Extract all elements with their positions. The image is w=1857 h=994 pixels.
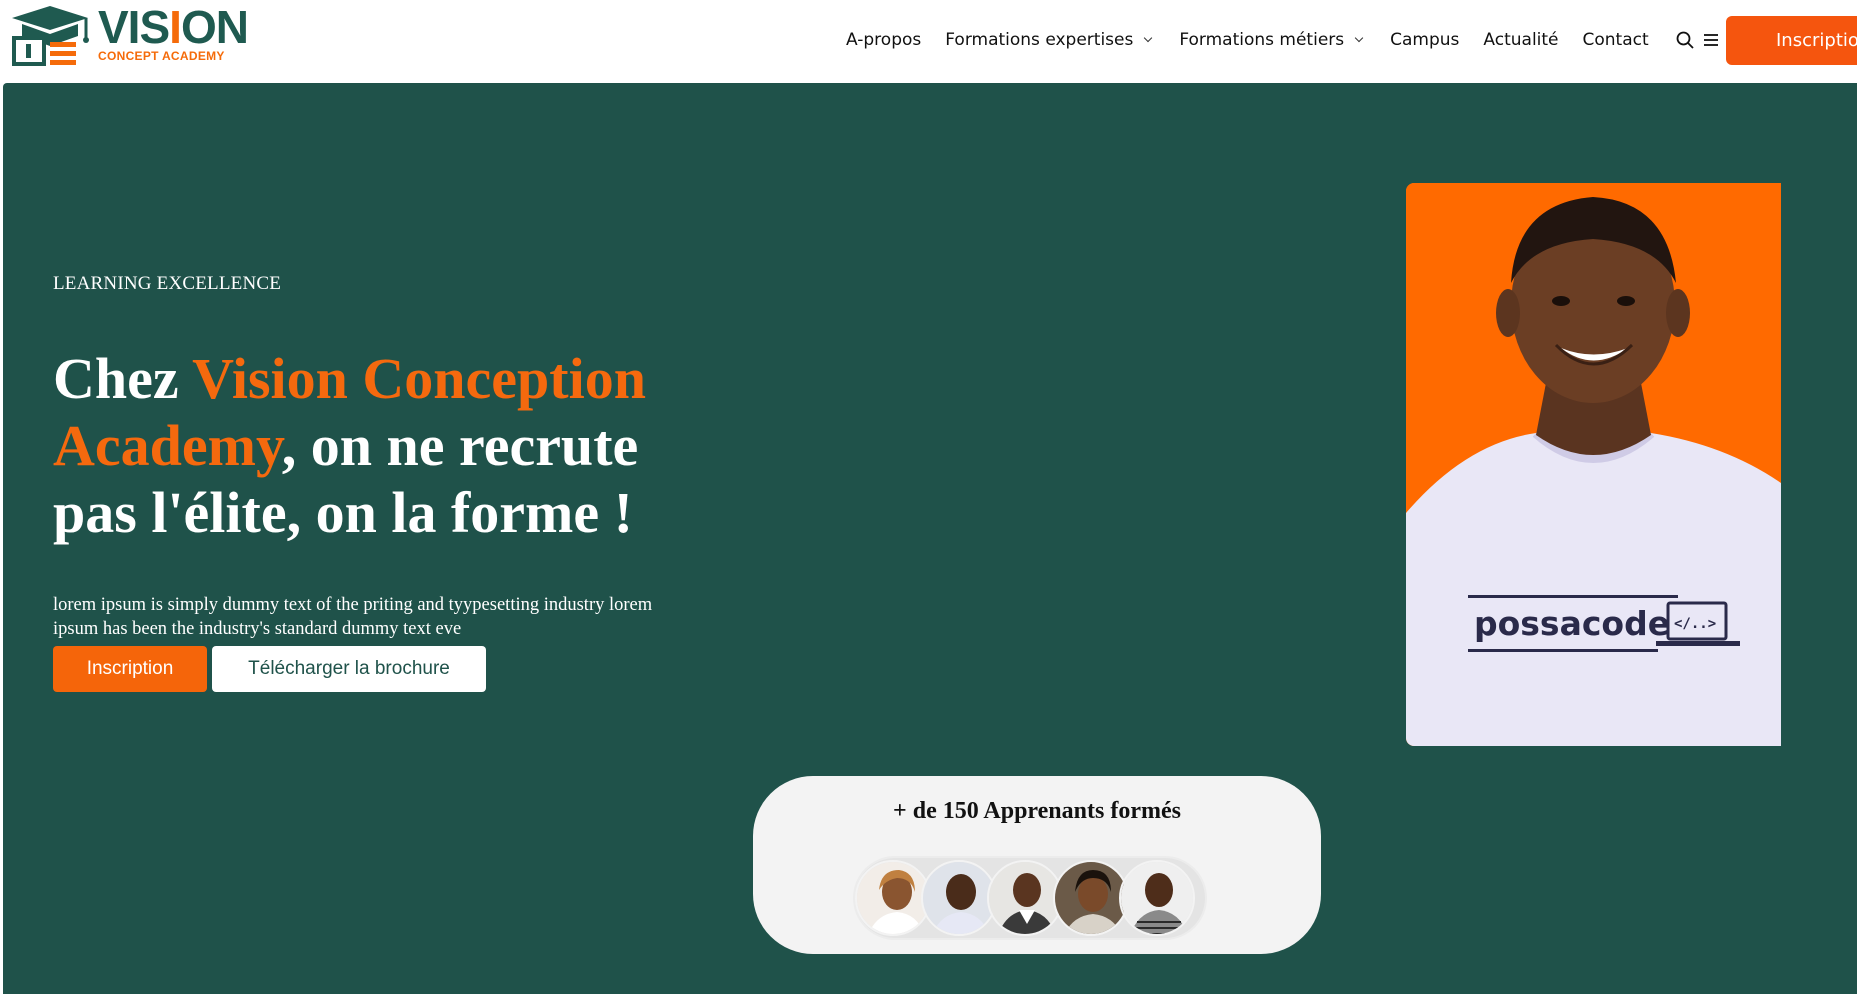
avatar [987,860,1063,936]
nav-item-formations-expertises[interactable]: Formations expertises [945,30,1153,50]
hero-description: lorem ipsum is simply dummy text of the … [53,595,653,639]
avatar [855,860,931,936]
shirt-badge-text: </..> [1674,616,1716,632]
hero-eyebrow: LEARNING EXCELLENCE [53,273,282,294]
nav-item-label: Formations expertises [945,30,1134,50]
nav-item-label: Formations métiers [1179,30,1345,50]
nav-item-formations-metiers[interactable]: Formations métiers [1179,30,1364,50]
header-inscription-button[interactable]: Inscription [1726,16,1857,65]
nav-item-actualite[interactable]: Actualité [1483,30,1558,50]
learners-card: + de 150 Apprenants formés [753,776,1321,954]
brand-logo[interactable]: VISION CONCEPT ACADEMY [6,1,249,68]
site-header: VISION CONCEPT ACADEMY A-propos Formatio… [0,0,1857,83]
brand-subtitle: CONCEPT ACADEMY [98,49,225,63]
learners-avatar-group [855,858,1205,938]
download-brochure-button[interactable]: Télécharger la brochure [212,646,486,692]
avatar [1119,860,1195,936]
nav-item-label: Campus [1390,30,1460,50]
learners-title: + de 150 Apprenants formés [893,798,1181,824]
shirt-print-text: possacode [1474,604,1670,643]
hero-headline: Chez Vision Conception Academy, on ne re… [53,346,646,545]
nav-item-label: Actualité [1483,30,1559,50]
nav-item-campus[interactable]: Campus [1390,30,1459,50]
nav-item-label: Contact [1582,30,1649,50]
nav-item-contact[interactable]: Contact [1583,30,1649,50]
search-icon[interactable] [1675,30,1695,50]
graduation-cap-logo-icon [12,6,89,66]
chevron-down-icon [1354,33,1364,43]
inscription-button[interactable]: Inscription [53,646,207,692]
menu-icon[interactable] [1701,30,1721,50]
avatar [921,860,997,936]
avatar [1053,860,1129,936]
chevron-down-icon [1144,33,1153,43]
hero-portrait-image: possacode </..> [1406,183,1781,746]
hero-section: LEARNING EXCELLENCE Chez Vision Concepti… [3,83,1857,994]
nav-item-a-propos[interactable]: A-propos [846,30,921,50]
nav-item-label: A-propos [846,30,922,50]
brand-wordmark: VISION [98,1,249,53]
main-nav: A-propos Formations expertises Formation… [846,28,1721,52]
